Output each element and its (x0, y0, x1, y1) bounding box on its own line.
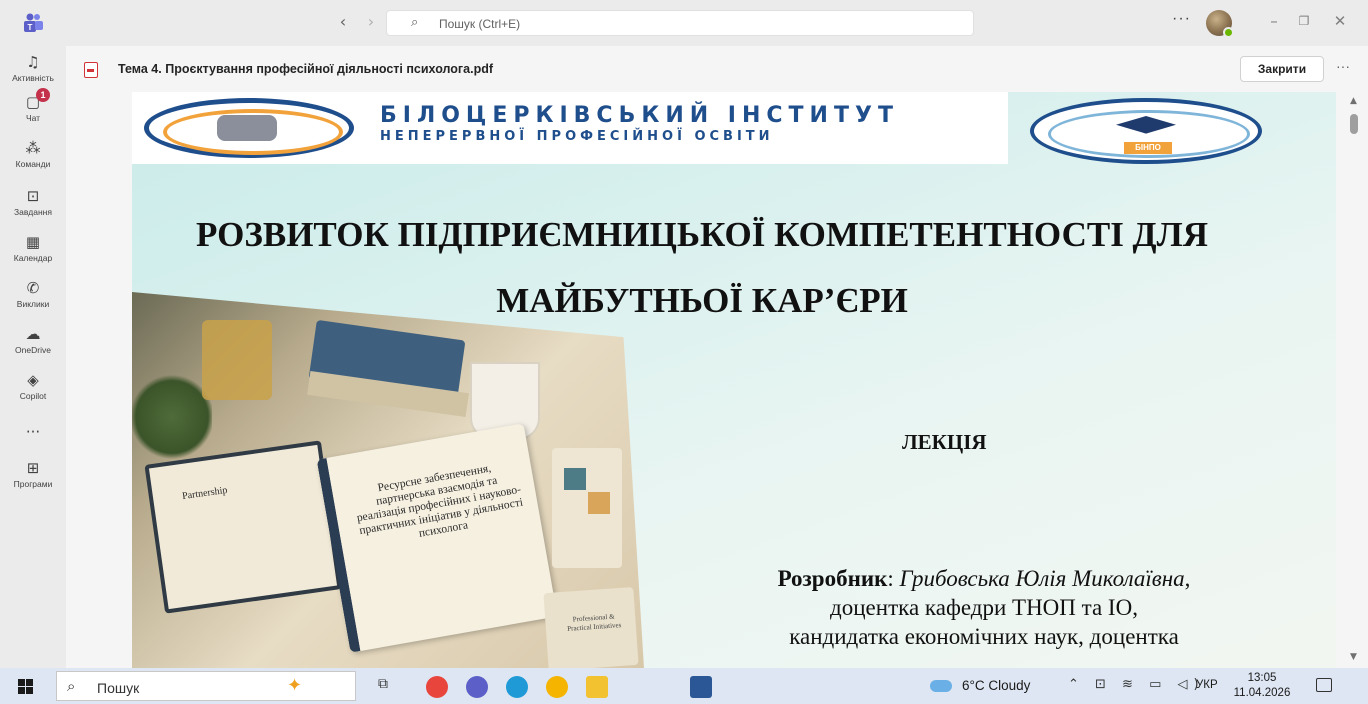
rail-item-calendar[interactable]: ▦ Календар (0, 232, 66, 263)
rail-item-label: OneDrive (15, 345, 51, 355)
institute-banner: БІЛОЦЕРКІВСЬКИЙ ІНСТИТУТ НЕПЕРЕРВНОЇ ПРО… (132, 92, 1008, 164)
windows-start-icon[interactable] (18, 679, 33, 694)
binpo-abbr: БІНПО (1124, 142, 1172, 154)
notifications-icon[interactable] (1316, 678, 1332, 692)
lecture-label: ЛЕКЦІЯ (902, 430, 987, 454)
plant-image (132, 372, 212, 462)
presence-available-icon (1223, 27, 1234, 38)
rail-item-more[interactable]: ··· (0, 422, 66, 442)
rail-item-teams[interactable]: ⁂ Команди (0, 138, 66, 169)
teams-icon: ⁂ (25, 139, 41, 157)
rail-item-label: Чат (25, 113, 41, 123)
close-window-icon[interactable]: ✕ (1328, 12, 1352, 30)
rail-item-chat[interactable]: ▢ 1 Чат (0, 88, 66, 123)
search-icon: ⌕ (411, 15, 419, 30)
scroll-up-icon[interactable]: ▲ (1350, 96, 1357, 106)
apps-icon: ⊞ (26, 459, 40, 477)
close-file-button[interactable]: Закрити (1240, 56, 1324, 82)
restore-icon[interactable]: ❐ (1292, 14, 1316, 28)
binpo-seal-logo: БІНПО (1030, 98, 1262, 164)
back-arrow-icon[interactable]: ‹ (333, 12, 353, 31)
bell-icon: ♫ (26, 53, 40, 71)
rail-item-label: Команди (15, 159, 51, 169)
institute-name-line1: БІЛОЦЕРКІВСЬКИЙ ІНСТИТУТ (380, 103, 899, 128)
pdf-page: БІЛОЦЕРКІВСЬКИЙ ІНСТИТУТ НЕПЕРЕРВНОЇ ПРО… (132, 92, 1336, 668)
rail-item-label: Copilot (19, 391, 47, 401)
rail-item-apps[interactable]: ⊞ Програми (0, 458, 66, 489)
puzzle-card-image (552, 448, 622, 568)
rail-item-label: Завдання (14, 207, 52, 217)
rail-item-copilot[interactable]: ◈ Copilot (0, 370, 66, 401)
rail-item-label: Активність (12, 73, 54, 83)
author-block: Розробник: Грибовська Юлія Миколаївна, д… (684, 564, 1284, 651)
more-icon: ··· (25, 423, 41, 441)
teams-icon[interactable] (466, 676, 488, 698)
file-name: Тема 4. Проєктування професійної діяльно… (118, 62, 493, 76)
author-label: Розробник (777, 566, 888, 591)
scrollbar-thumb[interactable] (1350, 114, 1358, 134)
author-name: Грибовська Юлія Миколаївна (899, 566, 1185, 591)
institute-logo (144, 98, 354, 158)
edge-icon[interactable] (506, 676, 528, 698)
word-icon[interactable] (690, 676, 712, 698)
rail-item-label: Програми (13, 479, 53, 489)
taskbar-search-input[interactable]: ⌕ Пошук ✦ (56, 671, 356, 701)
rail-item-phone[interactable]: ✆ Виклики (0, 278, 66, 309)
author-line2: доцентка кафедри ТНОП та ІО, (830, 595, 1138, 620)
minimize-icon[interactable]: – (1262, 12, 1286, 30)
file-header: Тема 4. Проєктування професійної діяльно… (66, 46, 1368, 92)
title-bar: T ‹ › ⌕ Пошук (Ctrl+E) ··· – ❐ ✕ (0, 0, 1368, 46)
teams-logo-icon[interactable]: T (22, 13, 44, 33)
notebook-image (316, 423, 558, 653)
taskbar-search-label: Пошук (97, 680, 140, 696)
forward-arrow-icon[interactable]: › (361, 12, 381, 31)
clock-time: 13:05 (1247, 672, 1277, 684)
task-view-icon[interactable]: ⧉ (378, 676, 388, 692)
search-placeholder: Пошук (Ctrl+E) (439, 17, 521, 31)
language-indicator[interactable]: УКР (1196, 679, 1218, 691)
cloud-icon: ☁ (25, 325, 41, 343)
lecture-title-line1: РОЗВИТОК ПІДПРИЄМНИЦЬКОЇ КОМПЕТЕНТНОСТІ … (195, 215, 1208, 254)
chrome-alt-icon[interactable] (546, 676, 568, 698)
svg-text:T: T (28, 23, 33, 32)
author-line1: Розробник: Грибовська Юлія Миколаївна, (777, 566, 1191, 591)
assignments-icon: ⊡ (26, 187, 40, 205)
copilot-icon: ◈ (27, 371, 39, 389)
file-explorer-icon[interactable] (586, 676, 608, 698)
clipboard-image (144, 440, 342, 614)
chrome-icon[interactable] (426, 676, 448, 698)
unread-badge: 1 (36, 88, 50, 102)
system-tray-icons[interactable]: ⌃ ⊡ ≋ ▭ ◁) (1068, 677, 1205, 692)
phone-icon: ✆ (26, 279, 40, 297)
scroll-down-icon[interactable]: ▼ (1350, 652, 1357, 662)
cover-illustration: Partnership Ресурсне забезпечення, партн… (132, 292, 644, 668)
calendar-icon: ▦ (25, 233, 41, 251)
rail-item-assignments[interactable]: ⊡ Завдання (0, 186, 66, 217)
rail-item-cloud[interactable]: ☁ OneDrive (0, 324, 66, 355)
clock[interactable]: 13:05 11.04.2026 (1232, 671, 1292, 701)
rail-item-label: Календар (13, 253, 53, 263)
file-more-options-icon[interactable]: ··· (1336, 58, 1350, 74)
windows-taskbar: ⌕ Пошук ✦ ⧉ 6°C Cloudy ⌃ ⊡ ≋ ▭ ◁) УКР 13… (0, 668, 1368, 704)
search-input[interactable]: ⌕ Пошук (Ctrl+E) (386, 10, 974, 36)
rail-item-bell[interactable]: ♫ Активність (0, 52, 66, 83)
search-highlight-icon: ✦ (287, 675, 303, 696)
user-avatar[interactable] (1206, 10, 1234, 38)
institute-name-line2: НЕПЕРЕРВНОЇ ПРОФЕСІЙНОЇ ОСВІТИ (380, 129, 774, 144)
rail-item-label: Виклики (16, 299, 50, 309)
vertical-scrollbar[interactable]: ▲ ▼ (1342, 92, 1368, 668)
author-line3: кандидатка економічних наук, доцентка (789, 624, 1179, 649)
search-icon: ⌕ (67, 677, 76, 695)
clock-date: 11.04.2026 (1233, 687, 1291, 699)
weather-cloud-icon[interactable] (930, 680, 952, 692)
weather-text[interactable]: 6°C Cloudy (962, 678, 1030, 693)
pen-holder-image (202, 320, 272, 400)
more-options-icon[interactable]: ··· (1172, 10, 1191, 28)
pdf-viewer[interactable]: БІЛОЦЕРКІВСЬКИЙ ІНСТИТУТ НЕПЕРЕРВНОЇ ПРО… (66, 92, 1368, 668)
pdf-file-icon (84, 62, 98, 78)
institute-name: БІЛОЦЕРКІВСЬКИЙ ІНСТИТУТ НЕПЕРЕРВНОЇ ПРО… (380, 104, 1000, 146)
chat-icon: ▢ (25, 93, 41, 111)
app-rail: ♫ Активність ▢ 1 Чат ⁂ Команди ⊡ Завдання ▦ Календ… (0, 46, 66, 668)
